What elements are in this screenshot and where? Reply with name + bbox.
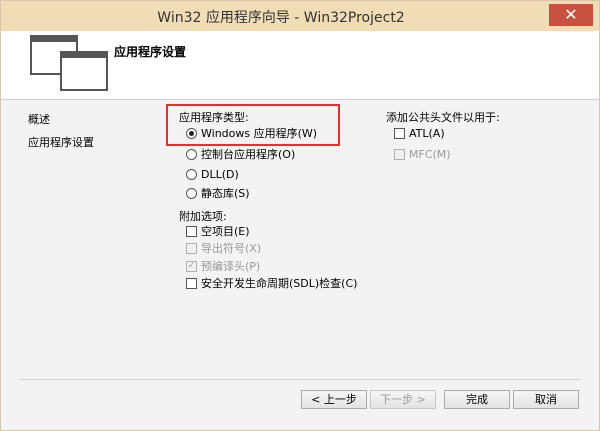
checkbox-label: 安全开发生命周期(SDL)检查(C) bbox=[201, 277, 358, 290]
radio-button[interactable] bbox=[186, 148, 197, 160]
highlight-box bbox=[166, 104, 340, 146]
prev-button[interactable]: < 上一步 bbox=[301, 390, 367, 409]
radio-dll[interactable]: DLL(D) bbox=[186, 167, 239, 181]
checkbox[interactable] bbox=[394, 127, 405, 139]
checkbox-mfc: MFC(M) bbox=[394, 147, 451, 161]
common-headers-label: 添加公共头文件以用于: bbox=[386, 111, 500, 124]
finish-button[interactable]: 完成 bbox=[444, 390, 510, 409]
divider bbox=[19, 379, 581, 380]
cancel-button[interactable]: 取消 bbox=[513, 390, 579, 409]
page-title: 应用程序设置 bbox=[114, 45, 187, 59]
checkbox-label: 预编译头(P) bbox=[201, 260, 261, 273]
nav-item-overview[interactable]: 概述 bbox=[28, 111, 50, 127]
additional-options-label: 附加选项: bbox=[179, 210, 227, 223]
checkbox-empty-project[interactable]: 空项目(E) bbox=[186, 224, 250, 238]
window-icon bbox=[60, 51, 108, 91]
checkbox[interactable] bbox=[186, 225, 197, 237]
wizard-header: 应用程序设置 bbox=[1, 31, 599, 100]
radio-label: 静态库(S) bbox=[201, 187, 250, 200]
checkbox[interactable] bbox=[186, 277, 197, 289]
radio-label: 控制台应用程序(O) bbox=[201, 148, 296, 161]
checkbox-label: 导出符号(X) bbox=[201, 242, 262, 255]
checkbox-export-symbols: 导出符号(X) bbox=[186, 241, 261, 255]
checkbox-precompiled-header: ✓ 预编译头(P) bbox=[186, 259, 260, 273]
check-icon: ✓ bbox=[186, 260, 197, 272]
checkbox-label: 空项目(E) bbox=[201, 225, 250, 238]
radio-button[interactable] bbox=[186, 168, 197, 180]
window-title: Win32 应用程序向导 - Win32Project2 bbox=[157, 10, 405, 26]
checkbox-sdl-check[interactable]: 安全开发生命周期(SDL)检查(C) bbox=[186, 276, 357, 290]
radio-static-lib[interactable]: 静态库(S) bbox=[186, 186, 250, 200]
checkbox bbox=[186, 242, 197, 254]
next-button: 下一步 > bbox=[370, 390, 436, 409]
wizard-window: Win32 应用程序向导 - Win32Project2 ✕ 应用程序设置 概述… bbox=[0, 0, 600, 431]
radio-label: DLL(D) bbox=[201, 167, 239, 181]
radio-button[interactable] bbox=[186, 187, 197, 199]
nav-item-app-settings[interactable]: 应用程序设置 bbox=[28, 134, 94, 150]
close-icon: ✕ bbox=[564, 5, 578, 24]
checkbox bbox=[394, 148, 405, 160]
title-bar[interactable]: Win32 应用程序向导 - Win32Project2 ✕ bbox=[1, 1, 599, 31]
checkbox-label: ATL(A) bbox=[409, 126, 445, 140]
checkbox-atl[interactable]: ATL(A) bbox=[394, 126, 445, 140]
radio-console-app[interactable]: 控制台应用程序(O) bbox=[186, 147, 295, 161]
close-button[interactable]: ✕ bbox=[549, 4, 593, 26]
checkbox-label: MFC(M) bbox=[409, 147, 451, 161]
